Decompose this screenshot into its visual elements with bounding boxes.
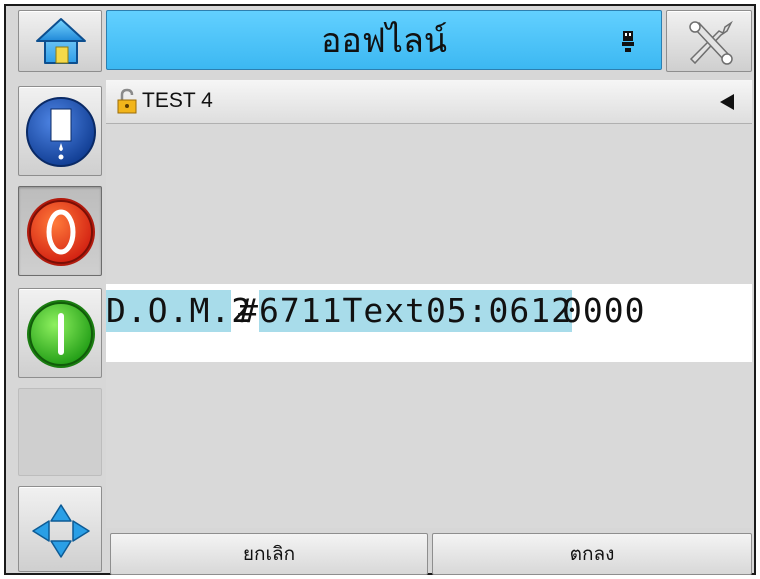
job-name: TEST 4 <box>142 89 213 112</box>
start-icon <box>27 300 95 368</box>
navigate-button[interactable] <box>18 486 102 572</box>
unlocked-icon <box>117 88 137 114</box>
left-arrow-icon[interactable] <box>718 92 736 112</box>
home-icon <box>36 18 86 64</box>
print-segment: # <box>238 291 259 330</box>
job-status-row[interactable]: TEST 4 <box>106 80 752 124</box>
tools-icon <box>689 20 733 65</box>
ink-icon <box>26 97 96 167</box>
empty-sidebar-slot <box>18 388 102 476</box>
stop-icon <box>27 198 95 266</box>
home-button[interactable] <box>18 10 102 72</box>
ok-button[interactable]: ตกลง <box>432 533 752 575</box>
start-button[interactable] <box>18 288 102 378</box>
printer-state-title: ออฟไลน์ <box>320 21 448 61</box>
ink-button[interactable] <box>18 86 102 176</box>
status-title-bar: ออฟไลน์ <box>106 10 662 70</box>
cancel-button[interactable]: ยกเลิก <box>110 533 428 575</box>
print-message-line: D.O.M. 2#6711Text05:06120000 <box>106 290 646 332</box>
stop-button[interactable] <box>18 186 102 276</box>
print-image-strip: D.O.M. 2#6711Text05:06120000 <box>106 284 752 362</box>
print-segment: D.O.M. <box>106 290 232 332</box>
print-segment: 0000 <box>562 291 646 330</box>
tools-button[interactable] <box>666 10 752 72</box>
print-segment: 05:0612 <box>425 290 573 332</box>
print-segment: Text <box>342 290 426 332</box>
print-preview-area: D.O.M. 2#6711Text05:06120000 <box>106 124 752 528</box>
print-segment: 6711 <box>258 290 343 332</box>
navigate-icon <box>32 504 90 558</box>
usb-icon <box>622 31 634 52</box>
